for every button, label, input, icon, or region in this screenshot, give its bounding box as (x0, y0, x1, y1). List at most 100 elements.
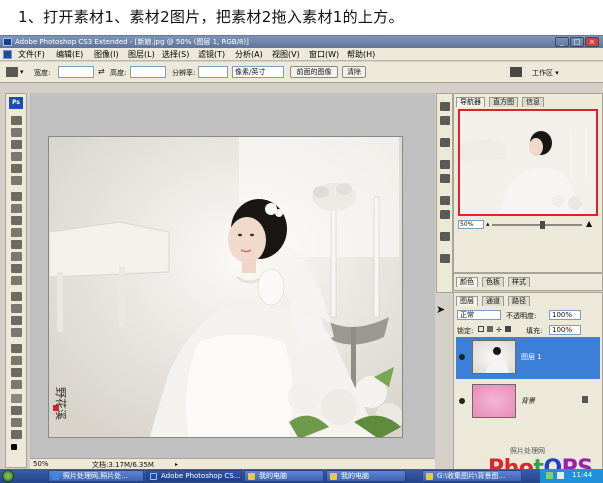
tab-swatches[interactable]: 色板 (482, 277, 504, 287)
rotate-view-tool-icon[interactable] (11, 418, 22, 427)
default-colors-icon[interactable] (11, 444, 17, 450)
volume-icon[interactable] (557, 472, 564, 479)
close-button[interactable]: × (585, 37, 599, 47)
menu-view[interactable]: 视图(V) (272, 49, 300, 60)
zoom-in-icon[interactable]: ▲ (586, 219, 592, 228)
front-image-button[interactable]: 前面的图像 (290, 66, 338, 78)
lasso-tool-icon[interactable] (11, 140, 22, 149)
menu-analysis[interactable]: 分析(A) (235, 49, 263, 60)
tab-channels[interactable]: 通道 (482, 296, 504, 306)
path-selection-tool-icon[interactable] (11, 316, 22, 325)
brush-tool-icon[interactable] (11, 204, 22, 213)
menu-image[interactable]: 图像(I) (94, 49, 119, 60)
character-panel-icon[interactable] (440, 196, 450, 205)
status-arrow-icon[interactable]: ▸ (175, 461, 181, 468)
document-canvas[interactable]: 野花溪 (48, 136, 403, 438)
maximize-button[interactable]: □ (570, 37, 584, 47)
zoom-readout[interactable]: 50% (33, 460, 49, 468)
menu-layer[interactable]: 图层(L) (128, 49, 155, 60)
lock-transparency-icon[interactable] (478, 326, 484, 332)
fill-field[interactable]: 100% (549, 325, 581, 335)
menu-file[interactable]: 文件(F) (18, 49, 45, 60)
slice-tool-icon[interactable] (11, 176, 22, 185)
clone-stamp-tool-icon[interactable] (11, 216, 22, 225)
tab-info[interactable]: 信息 (522, 97, 544, 107)
menu-help[interactable]: 帮助(H) (347, 49, 375, 60)
taskbar-button-my-computer-2[interactable]: 我的电脑 (326, 470, 406, 482)
tab-styles[interactable]: 样式 (508, 277, 530, 287)
tab-color[interactable]: 颜色 (456, 277, 478, 287)
dodge-tool-icon[interactable] (11, 276, 22, 285)
gradient-tool-icon[interactable] (11, 252, 22, 261)
opacity-field[interactable]: 100% (549, 310, 581, 320)
ps-badge[interactable]: Ps (9, 97, 23, 109)
network-icon[interactable] (546, 472, 553, 479)
workspace-button[interactable]: 工作区 ▾ (532, 68, 559, 78)
layer-name[interactable]: 图层 1 (521, 352, 542, 362)
taskbar-button-browser[interactable]: 照片处理网,照片处... (48, 470, 144, 482)
history-brush-tool-icon[interactable] (11, 228, 22, 237)
move-tool-icon[interactable] (11, 116, 22, 125)
tab-layers[interactable]: 图层 (456, 296, 478, 306)
navigator-zoom-slider[interactable] (492, 224, 582, 226)
visibility-eye-icon[interactable] (459, 354, 465, 360)
menu-edit[interactable]: 编辑(E) (56, 49, 83, 60)
navigator-zoom-thumb[interactable] (540, 221, 545, 229)
3d-tool-icon[interactable] (11, 394, 22, 403)
layer-row-1[interactable]: 图层 1 (456, 337, 600, 379)
visibility-eye-icon[interactable] (459, 398, 465, 404)
blend-mode-select[interactable]: 正常 (457, 310, 501, 320)
lock-position-icon[interactable]: ✛ (496, 326, 502, 334)
layer-comps-panel-icon[interactable] (440, 232, 450, 241)
taskbar-button-my-computer-1[interactable]: 我的电脑 (244, 470, 324, 482)
menu-select[interactable]: 选择(S) (162, 49, 189, 60)
actions-panel-icon[interactable] (440, 116, 450, 125)
tool-presets-panel-icon[interactable] (440, 138, 450, 147)
layer-row-background[interactable]: 背景 (456, 381, 600, 423)
notes-tool-icon[interactable] (11, 344, 22, 353)
history-panel-icon[interactable] (440, 102, 450, 111)
swap-icon[interactable]: ⇄ (98, 67, 105, 76)
resolution-unit-select[interactable]: 像素/英寸 (232, 66, 284, 78)
clock[interactable]: 11:44 (572, 471, 592, 479)
lock-all-icon[interactable] (505, 326, 511, 332)
measure-tool-icon[interactable] (11, 406, 22, 415)
blur-tool-icon[interactable] (11, 264, 22, 273)
menu-filter[interactable]: 滤镜(T) (198, 49, 225, 60)
zoom-tool-icon[interactable] (11, 380, 22, 389)
eyedropper-tool-icon[interactable] (11, 356, 22, 365)
brushes-panel-icon[interactable] (440, 160, 450, 169)
shape-tool-icon[interactable] (11, 328, 22, 337)
crop-tool-icon[interactable] (11, 164, 22, 173)
animation-panel-icon[interactable] (440, 254, 450, 263)
eraser-tool-icon[interactable] (11, 240, 22, 249)
document-icon[interactable] (3, 50, 12, 59)
taskbar-button-photoshop[interactable]: Adobe Photoshop CS... (146, 470, 242, 482)
hand-tool-icon[interactable] (11, 368, 22, 377)
height-input[interactable] (130, 66, 166, 78)
pen-tool-icon[interactable] (11, 292, 22, 301)
crop-tool-icon[interactable] (6, 67, 18, 77)
width-input[interactable] (58, 66, 94, 78)
menu-window[interactable]: 窗口(W) (309, 49, 339, 60)
type-tool-icon[interactable] (11, 304, 22, 313)
lock-pixels-icon[interactable] (487, 326, 493, 332)
layer-name[interactable]: 背景 (521, 396, 535, 406)
resolution-input[interactable] (198, 66, 228, 78)
tab-navigator[interactable]: 导航器 (456, 97, 485, 107)
start-button[interactable] (2, 470, 14, 482)
paragraph-panel-icon[interactable] (440, 210, 450, 219)
zoom-out-icon[interactable]: ▴ (486, 220, 490, 228)
clone-source-panel-icon[interactable] (440, 174, 450, 183)
magic-wand-tool-icon[interactable] (11, 152, 22, 161)
tool-preset-dropdown-icon[interactable]: ▾ (20, 68, 24, 76)
taskbar-button-folder[interactable]: G:\收集图片\背景图... (422, 470, 522, 482)
healing-brush-tool-icon[interactable] (11, 192, 22, 201)
tab-paths[interactable]: 路径 (508, 296, 530, 306)
minimize-button[interactable]: _ (555, 37, 569, 47)
navigator-preview[interactable] (458, 109, 598, 216)
navigator-zoom-field[interactable]: 50% (458, 220, 484, 229)
marquee-tool-icon[interactable] (11, 128, 22, 137)
count-tool-icon[interactable] (11, 430, 22, 439)
clear-button[interactable]: 清除 (342, 66, 366, 78)
